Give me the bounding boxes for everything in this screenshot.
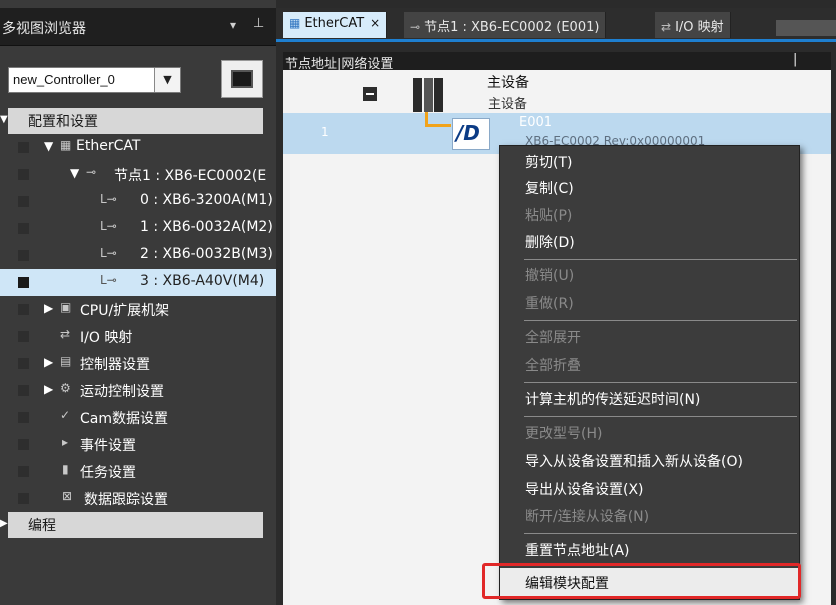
tree-item-task-settings[interactable]: ▮ 任务设置	[0, 458, 276, 485]
io-map-icon: ⇄	[60, 327, 71, 341]
context-menu: 剪切(T) 复制(C) 粘贴(P) 删除(D) 撤销(U) 重做(R) 全部展开…	[499, 145, 800, 600]
tab-ethercat[interactable]: ▦ EtherCAT ×	[283, 12, 388, 38]
tree-item-event-settings[interactable]: ▸ 事件设置	[0, 431, 276, 458]
programming-label: 编程	[28, 518, 56, 534]
node-address-bar: 节点地址|网络设置 |	[283, 52, 831, 72]
task-icon: ▮	[62, 462, 69, 476]
red-highlight-box	[482, 563, 801, 599]
menu-separator	[524, 259, 797, 260]
collapse-icon[interactable]: ⊥	[253, 16, 264, 31]
connection-line	[425, 112, 451, 127]
tree-item-module-m2[interactable]: L⊸ 1 : XB6-0032A(M2)	[0, 215, 276, 242]
module-icon: L⊸	[100, 273, 117, 287]
module-icon: L⊸	[100, 192, 117, 206]
tab-node1[interactable]: ⊸ 节点1 : XB6-EC0002 (E001)	[404, 12, 607, 38]
menu-separator	[524, 382, 797, 383]
programming-header[interactable]: ▶ 编程	[0, 512, 263, 538]
gear-icon: ⚙	[60, 381, 71, 395]
master-device-name: 主设备	[487, 75, 529, 91]
flag-icon: ▸	[62, 435, 69, 449]
tree-item-ethercat[interactable]: ▼ ▦ EtherCAT	[0, 134, 276, 161]
tree-item-module-m1[interactable]: L⊸ 0 : XB6-3200A(M1)	[0, 188, 276, 215]
menu-item-redo[interactable]: 重做(R)	[500, 289, 799, 315]
expand-arrow-icon[interactable]: ▼	[0, 114, 8, 125]
menu-item-delete[interactable]: 删除(D)	[500, 228, 799, 254]
menu-item-export-slave[interactable]: 导出从设备设置(X)	[500, 475, 799, 501]
collapse-toggle-icon[interactable]	[363, 87, 377, 101]
controller-select-value: new_Controller_0	[13, 72, 115, 87]
chevron-down-icon[interactable]: ▼	[154, 68, 180, 92]
module-icon: L⊸	[100, 219, 117, 233]
cpu-rack-icon: ▣	[60, 300, 72, 314]
controller-select[interactable]: new_Controller_0 ▼	[8, 67, 181, 93]
tab-io-map[interactable]: ⇄ I/O 映射	[655, 12, 731, 38]
close-icon[interactable]: ×	[370, 16, 380, 30]
config-settings-header[interactable]: ▼ 配置和设置	[0, 108, 263, 134]
menu-item-undo[interactable]: 撤销(U)	[500, 261, 799, 287]
menu-separator	[524, 416, 797, 417]
menu-item-collapse-all[interactable]: 全部折叠	[500, 351, 799, 377]
master-device-sub: 主设备	[488, 97, 528, 112]
ethercat-icon: ▦	[60, 138, 72, 152]
menu-separator	[524, 320, 797, 321]
explorer-titlebar: 多视图浏览器 ▾ ⊥	[0, 8, 276, 46]
tree-item-module-m3[interactable]: L⊸ 2 : XB6-0032B(M3)	[0, 242, 276, 269]
tree-item-cam-data[interactable]: ✓ Cam数据设置	[0, 404, 276, 431]
tree-item-data-trace[interactable]: ⊠ 数据跟踪设置	[0, 485, 276, 512]
menu-item-cut[interactable]: 剪切(T)	[500, 148, 799, 174]
menu-item-disconnect-slave[interactable]: 断开/连接从设备(N)	[500, 502, 799, 528]
tree-item-io-map[interactable]: ⇄ I/O 映射	[0, 323, 276, 350]
menu-separator	[524, 533, 797, 534]
tree-item-controller-settings[interactable]: ▶ ▤ 控制器设置	[0, 350, 276, 377]
tree-item-node1[interactable]: ▼ ⊸ 节点1 : XB6-EC0002(E	[0, 161, 276, 188]
tree-item-cpu-rack[interactable]: ▶ ▣ CPU/扩展机架	[0, 296, 276, 323]
trace-icon: ⊠	[62, 489, 73, 503]
io-map-icon: ⇄	[661, 20, 672, 34]
tree-item-module-m4[interactable]: L⊸ 3 : XB6-A40V(M4)	[0, 269, 276, 296]
expand-arrow-icon[interactable]: ▶	[0, 518, 8, 529]
menu-item-copy[interactable]: 复制(C)	[500, 174, 799, 200]
node-icon: ⊸	[86, 165, 97, 179]
controller-settings-icon: ▤	[60, 354, 72, 368]
node-number: 1	[321, 125, 329, 139]
menu-item-expand-all[interactable]: 全部展开	[500, 323, 799, 349]
controller-device-icon[interactable]	[221, 60, 263, 98]
node-icon: ⊸	[410, 20, 421, 34]
multiview-explorer-pane: 多视图浏览器 ▾ ⊥ new_Controller_0 ▼ ▼ 配置和设置 ▼ …	[0, 0, 276, 605]
cam-icon: ✓	[60, 408, 71, 422]
module-icon: L⊸	[100, 246, 117, 260]
menu-item-calc-delay[interactable]: 计算主机的传送延迟时间(N)	[500, 385, 799, 411]
slave-device-icon[interactable]: /D	[452, 118, 490, 150]
pin-icon[interactable]: ▾	[230, 18, 236, 32]
ethercat-icon: ▦	[289, 16, 301, 30]
config-settings-label: 配置和设置	[28, 114, 98, 130]
menu-item-change-model[interactable]: 更改型号(H)	[500, 419, 799, 445]
tree-item-motion-settings[interactable]: ▶ ⚙ 运动控制设置	[0, 377, 276, 404]
explorer-title: 多视图浏览器	[2, 21, 86, 37]
menu-item-paste[interactable]: 粘贴(P)	[500, 201, 799, 227]
node-id: E001	[519, 115, 553, 130]
menu-item-reset-node-address[interactable]: 重置节点地址(A)	[500, 536, 799, 562]
master-device-icon[interactable]	[413, 78, 443, 112]
menu-item-import-slave[interactable]: 导入从设备设置和插入新从设备(O)	[500, 447, 799, 473]
